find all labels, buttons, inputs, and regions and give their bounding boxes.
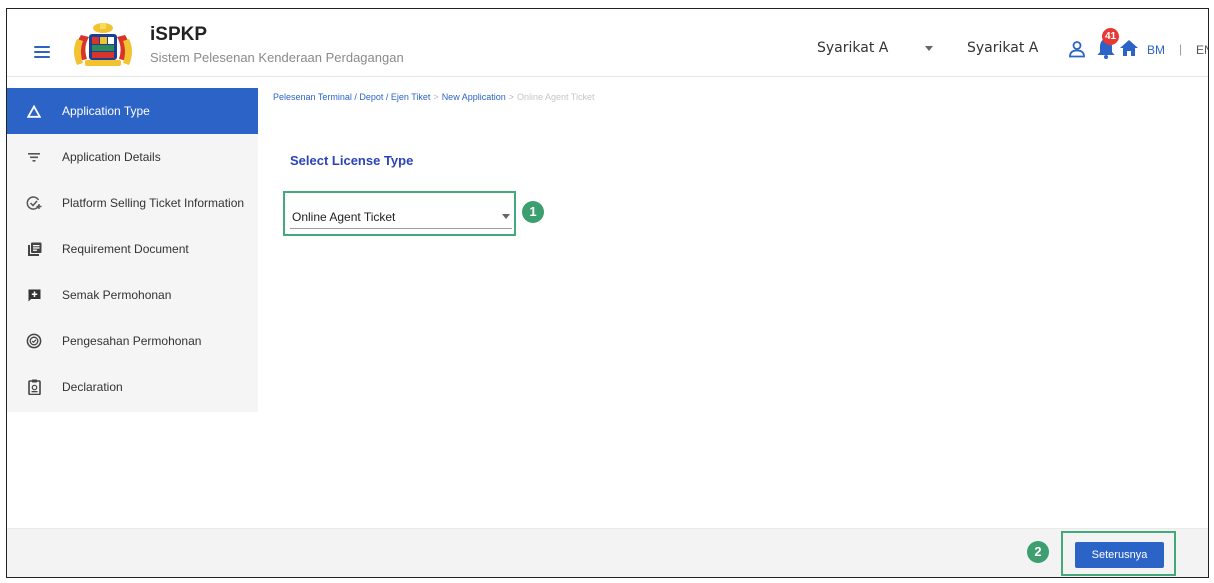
sidebar: Application Type Application Details Pla… [7, 88, 258, 412]
sidebar-item-label: Requirement Document [62, 242, 189, 256]
breadcrumb-item-current: Online Agent Ticket [517, 92, 595, 102]
breadcrumb: Pelesenan Terminal / Depot / Ejen Tiket >… [273, 92, 595, 102]
license-type-value: Online Agent Ticket [292, 210, 396, 224]
app-window: iSPKP Sistem Pelesenan Kenderaan Perdaga… [6, 8, 1209, 578]
chevron-down-icon [502, 214, 510, 219]
lang-separator: | [1179, 42, 1183, 56]
sidebar-item-label: Platform Selling Ticket Information [62, 196, 245, 210]
breadcrumb-separator: > [433, 92, 439, 102]
sidebar-item-semak-permohonan[interactable]: Semak Permohonan [7, 272, 258, 318]
section-title: Select License Type [290, 153, 414, 168]
breadcrumb-item-licensing[interactable]: Pelesenan Terminal / Depot / Ejen Tiket [273, 92, 430, 102]
filter-icon [26, 149, 42, 165]
chevron-down-icon[interactable] [925, 46, 933, 51]
home-icon[interactable] [1119, 39, 1139, 57]
coat-of-arms-logo [74, 23, 132, 66]
step-marker-2: 2 [1027, 541, 1049, 563]
sidebar-item-label: Semak Permohonan [62, 288, 172, 302]
menu-icon[interactable] [34, 46, 50, 58]
next-button[interactable]: Seterusnya [1075, 542, 1164, 568]
triangle-icon [26, 103, 42, 119]
sidebar-item-label: Declaration [62, 380, 123, 394]
license-type-highlight: Online Agent Ticket [283, 191, 516, 236]
sidebar-item-requirement-document[interactable]: Requirement Document [7, 226, 258, 272]
library-books-icon [26, 241, 42, 257]
license-type-select[interactable]: Online Agent Ticket [290, 201, 512, 229]
breadcrumb-separator: > [508, 92, 514, 102]
app-title: iSPKP [150, 24, 208, 45]
sidebar-item-label: Application Details [62, 150, 161, 164]
add-comment-icon [26, 287, 42, 303]
company-selector[interactable]: Syarikat A [817, 40, 888, 56]
app-subtitle: Sistem Pelesenan Kenderaan Perdagangan [150, 50, 404, 65]
check-circle-outline-icon [26, 333, 42, 349]
notification-badge: 41 [1102, 28, 1119, 45]
lang-bm-link[interactable]: BM [1147, 43, 1165, 57]
company-name: Syarikat A [967, 40, 1039, 56]
sidebar-item-platform-selling-ticket[interactable]: Platform Selling Ticket Information [7, 180, 258, 226]
sidebar-item-label: Application Type [62, 104, 150, 118]
sidebar-item-label: Pengesahan Permohonan [62, 334, 202, 348]
user-icon[interactable] [1068, 40, 1086, 58]
sidebar-item-application-type[interactable]: Application Type [7, 88, 258, 134]
sidebar-item-pengesahan-permohonan[interactable]: Pengesahan Permohonan [7, 318, 258, 364]
sidebar-item-declaration[interactable]: Declaration [7, 364, 258, 410]
top-header: iSPKP Sistem Pelesenan Kenderaan Perdaga… [7, 9, 1208, 77]
next-button-highlight: Seterusnya [1061, 531, 1176, 576]
sidebar-item-application-details[interactable]: Application Details [7, 134, 258, 180]
lang-en-link[interactable]: EN [1196, 43, 1208, 57]
breadcrumb-item-new-application[interactable]: New Application [442, 92, 506, 102]
clipboard-icon [26, 379, 42, 395]
step-marker-1: 1 [522, 201, 544, 223]
check-circle-plus-icon [26, 195, 42, 211]
